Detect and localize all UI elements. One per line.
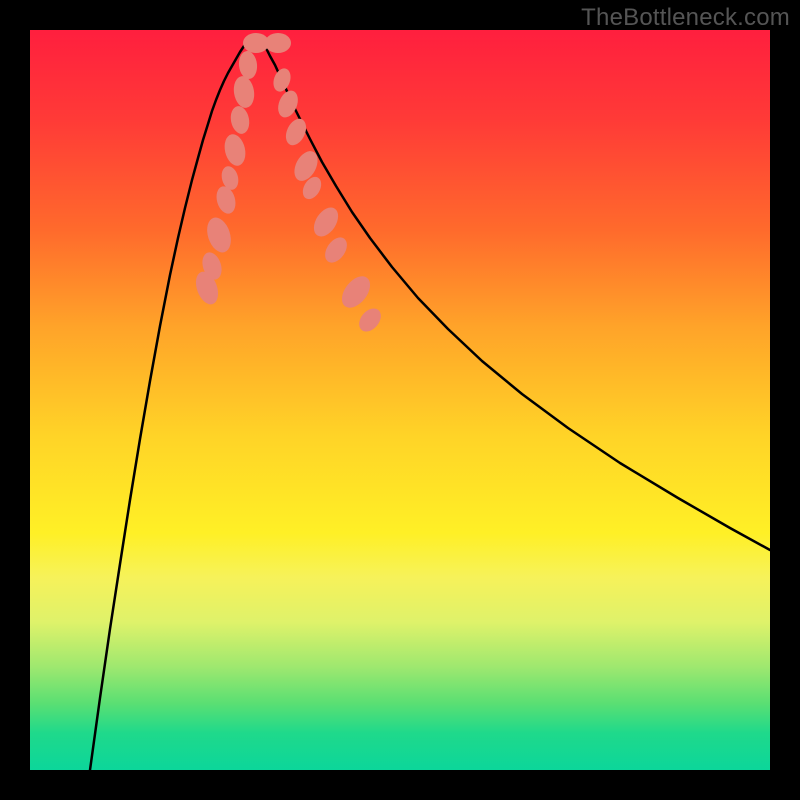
watermark-text: TheBottleneck.com	[581, 4, 790, 32]
marker-dot	[203, 214, 235, 255]
marker-dot	[232, 75, 257, 110]
marker-dot	[265, 33, 291, 53]
marker-dot	[228, 105, 251, 136]
marker-dot	[321, 233, 352, 266]
chart-container: TheBottleneck.com	[0, 0, 800, 800]
curve-svg	[30, 30, 770, 770]
curve-right-branch	[258, 37, 770, 550]
highlight-markers	[192, 33, 385, 336]
marker-dot	[213, 184, 238, 216]
marker-dot	[270, 66, 293, 94]
marker-dot	[336, 271, 376, 313]
marker-dot	[355, 304, 386, 335]
marker-dot	[309, 203, 343, 241]
marker-dot	[222, 132, 249, 168]
plot-area	[30, 30, 770, 770]
marker-dot	[238, 50, 259, 80]
